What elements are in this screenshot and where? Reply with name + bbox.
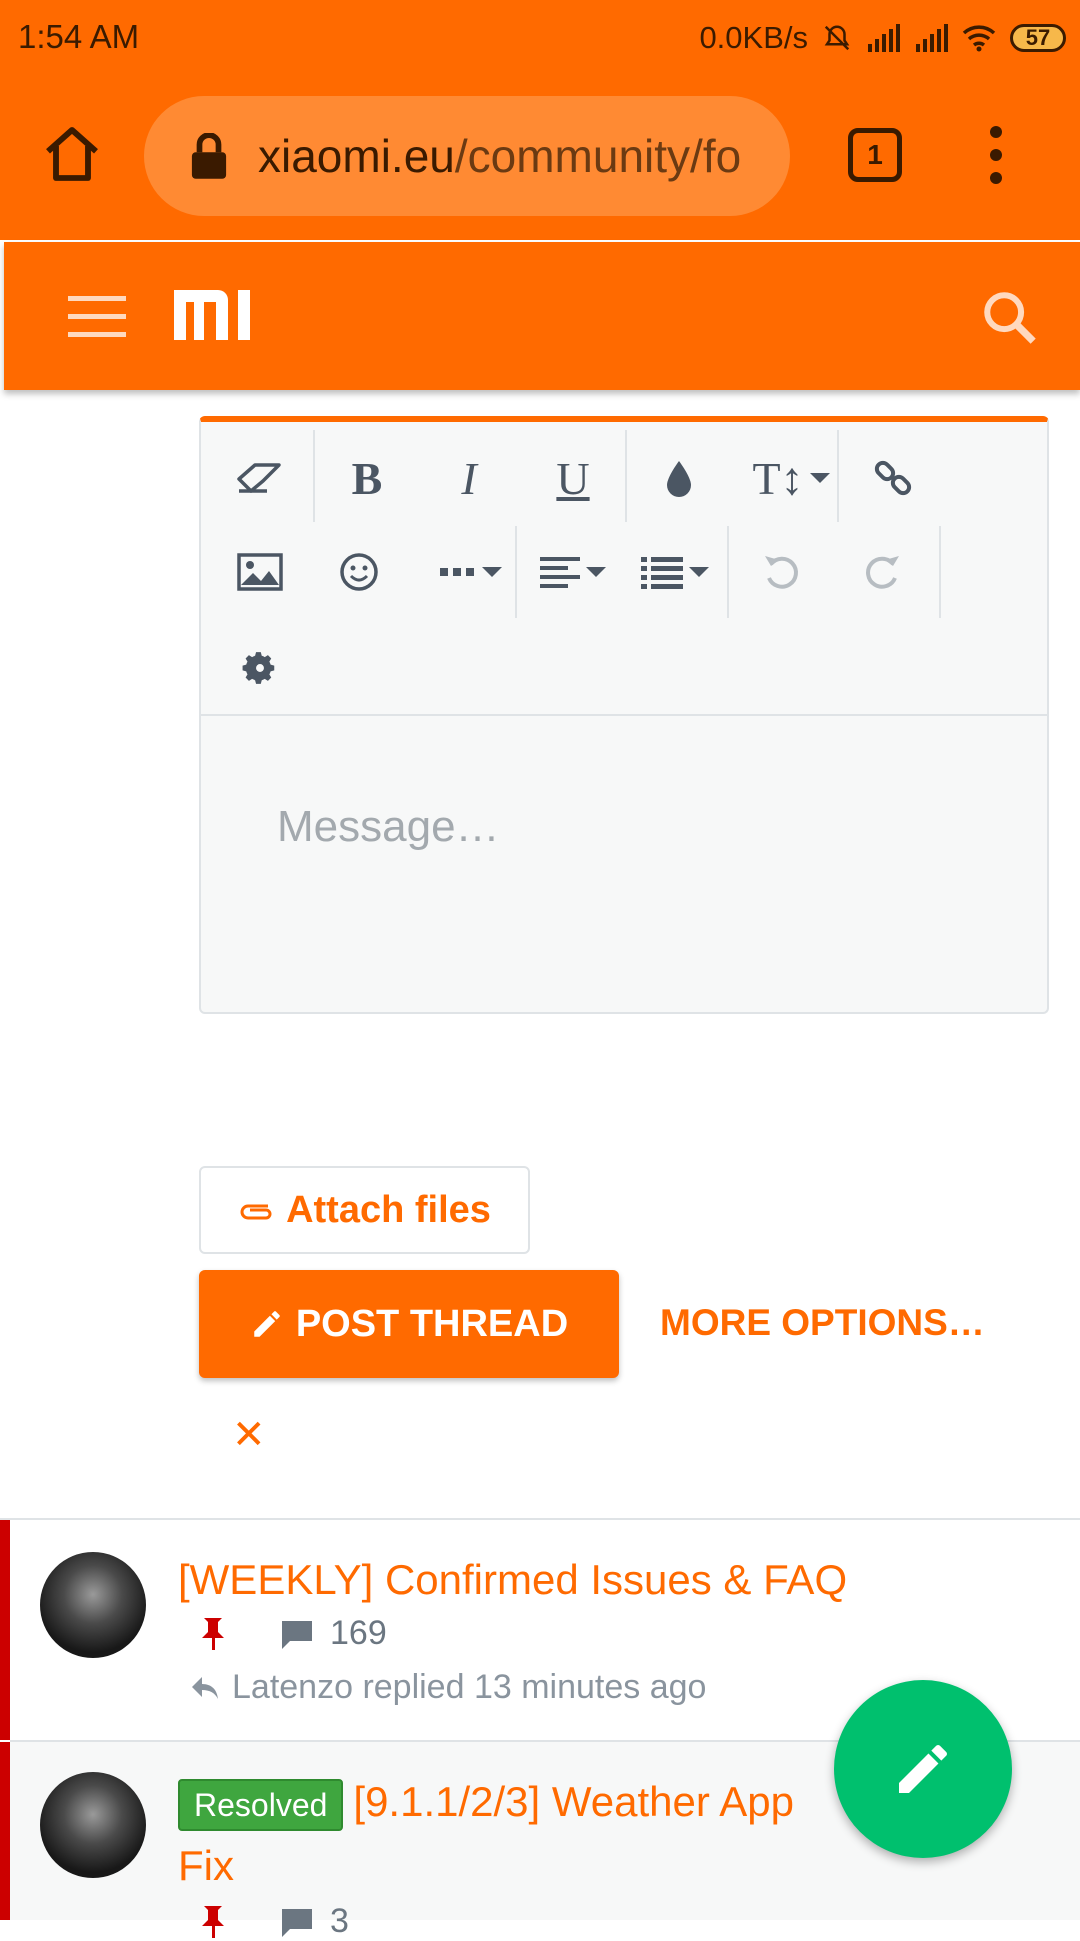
url-path: /community/fo <box>454 130 742 182</box>
lock-icon <box>191 133 227 179</box>
resolved-badge[interactable]: Resolved <box>178 1778 344 1831</box>
link-icon[interactable] <box>853 438 933 518</box>
tab-switcher-button[interactable]: 1 <box>848 128 902 182</box>
comment-icon <box>282 1620 312 1649</box>
thread-latest-activity[interactable]: Latenzo replied 13 minutes ago <box>190 1668 706 1707</box>
thread-title[interactable]: Resolved [9.1.1/2/3] Weather App Fix <box>178 1770 794 1898</box>
sticky-indicator <box>0 1520 10 1740</box>
list-icon[interactable] <box>625 532 725 612</box>
post-thread-button[interactable]: POST THREAD <box>199 1270 619 1378</box>
smiley-icon[interactable] <box>319 532 399 612</box>
pin-icon <box>202 1617 224 1650</box>
comment-icon <box>282 1908 312 1937</box>
battery-indicator: 57 <box>1010 24 1066 52</box>
reply-count: 169 <box>330 1614 387 1652</box>
overflow-menu-icon[interactable] <box>988 124 1004 186</box>
eraser-icon[interactable] <box>220 438 300 518</box>
redo-icon[interactable] <box>843 532 923 612</box>
pin-icon <box>202 1905 224 1938</box>
undo-icon[interactable] <box>741 532 821 612</box>
network-speed: 0.0KB/s <box>699 20 808 55</box>
mi-logo[interactable] <box>174 290 258 340</box>
status-bar: 1:54 AM 0.0KB/s 57 <box>0 0 1080 76</box>
more-options-link[interactable]: MORE OPTIONS… <box>660 1302 985 1344</box>
more-icon[interactable] <box>421 532 521 612</box>
thread-meta: 169 <box>200 1614 387 1653</box>
message-placeholder: Message… <box>277 802 500 851</box>
attach-files-label: Attach files <box>286 1188 491 1231</box>
browser-toolbar: xiaomi.eu/community/fo 1 <box>0 76 1080 240</box>
pencil-icon <box>254 1311 280 1337</box>
thread-meta: 3 <box>200 1902 349 1941</box>
gear-icon[interactable] <box>220 628 300 708</box>
signal-icon <box>868 24 900 52</box>
pencil-icon <box>899 1744 947 1793</box>
bold-icon[interactable]: B <box>327 438 407 518</box>
signal-icon <box>916 24 948 52</box>
italic-icon[interactable]: I <box>429 438 509 518</box>
close-icon[interactable]: ✕ <box>232 1412 266 1458</box>
reply-arrow-icon <box>192 1676 218 1699</box>
address-bar[interactable]: xiaomi.eu/community/fo <box>144 96 790 216</box>
avatar[interactable] <box>40 1552 146 1658</box>
mute-bell-icon <box>824 25 850 51</box>
post-thread-label: POST THREAD <box>295 1302 569 1345</box>
home-icon[interactable] <box>40 122 104 186</box>
search-icon[interactable] <box>980 288 1038 346</box>
avatar[interactable] <box>40 1772 146 1878</box>
wifi-icon <box>962 25 996 52</box>
thread-title-line2: Fix <box>178 1842 234 1889</box>
hamburger-menu-icon[interactable] <box>68 294 126 338</box>
editor-toolbar: B I U T↕ <box>201 422 1047 716</box>
underline-icon[interactable]: U <box>533 438 613 518</box>
sticky-indicator <box>0 1742 10 1920</box>
paperclip-icon <box>240 1204 272 1220</box>
attach-files-button[interactable]: Attach files <box>199 1166 530 1254</box>
site-header <box>4 242 1080 390</box>
image-icon[interactable] <box>220 532 300 612</box>
font-size-label: T↕ <box>752 452 804 504</box>
reply-count: 3 <box>330 1902 349 1940</box>
align-icon[interactable] <box>523 532 623 612</box>
message-editor: B I U T↕ Message… <box>199 416 1049 1014</box>
url-text: xiaomi.eu/community/fo <box>258 129 741 183</box>
status-icons: 0.0KB/s 57 <box>699 14 1066 62</box>
thread-title-line1: [9.1.1/2/3] Weather App <box>353 1778 794 1825</box>
status-time: 1:54 AM <box>18 18 140 55</box>
thread-title[interactable]: [WEEKLY] Confirmed Issues & FAQ <box>178 1548 847 1612</box>
url-host: xiaomi.eu <box>258 130 455 182</box>
message-textarea[interactable]: Message… <box>201 714 1047 1014</box>
latest-reply-text: Latenzo replied 13 minutes ago <box>232 1668 707 1706</box>
new-thread-fab[interactable] <box>834 1680 1012 1858</box>
font-size-icon[interactable]: T↕ <box>741 438 841 518</box>
color-drop-icon[interactable] <box>639 438 719 518</box>
